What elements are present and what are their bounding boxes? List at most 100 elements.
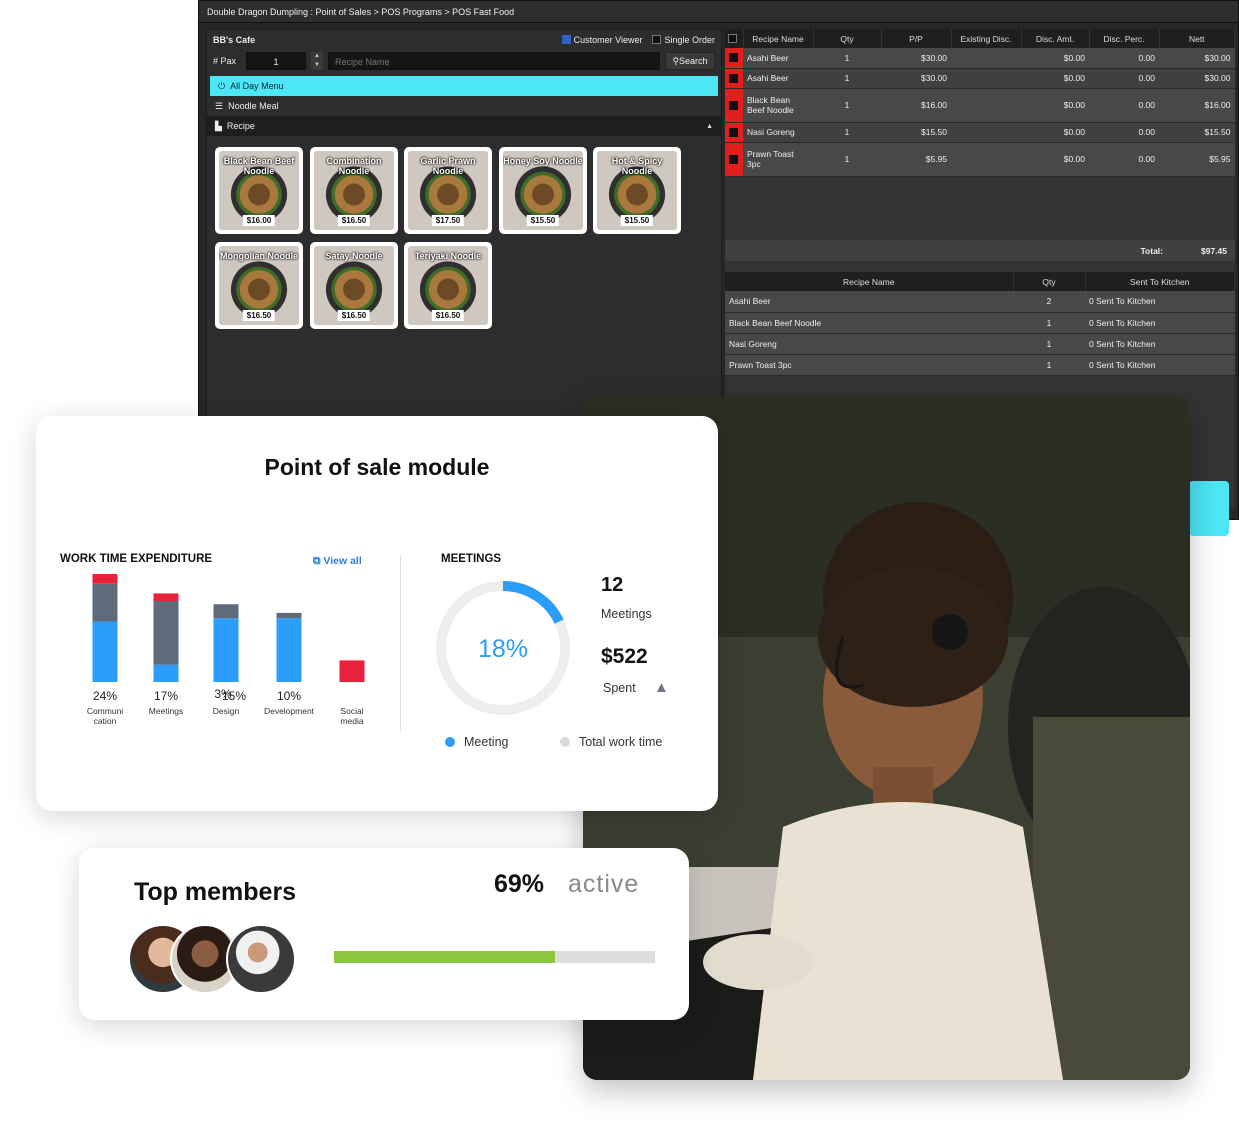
table-row[interactable]: Prawn Toast 3pc 1 0 Sent To Kitchen bbox=[725, 354, 1235, 376]
breadcrumb: Double Dragon Dumpling : Point of Sales … bbox=[199, 1, 1238, 23]
pax-stepper[interactable]: ▲ ▼ bbox=[311, 52, 323, 70]
recipe-tile[interactable]: Combination Noodle $16.50 bbox=[310, 147, 398, 234]
recipe-tile[interactable]: Black Bean Beef Noodle $16.00 bbox=[215, 147, 303, 234]
checkbox-icon bbox=[729, 154, 738, 164]
active-progress-track bbox=[334, 951, 655, 963]
view-all-link[interactable]: ⧉ View all bbox=[313, 555, 362, 568]
checkbox-icon bbox=[729, 100, 738, 110]
collapse-caret-icon[interactable]: ▲ bbox=[706, 123, 713, 130]
table-row[interactable]: Nasi Goreng 1 $15.50 $0.00 0.00 $15.50 bbox=[725, 122, 1235, 143]
checkbox-icon bbox=[729, 127, 738, 137]
column-header: Disc. Perc. bbox=[1089, 29, 1160, 48]
bar-segment-blue bbox=[276, 618, 302, 682]
tile-price: $15.50 bbox=[526, 215, 560, 226]
cell-pp: $16.00 bbox=[881, 88, 951, 123]
cell-amt: $0.00 bbox=[1021, 48, 1089, 69]
donut-percent: 18% bbox=[478, 635, 528, 663]
row-select[interactable] bbox=[725, 122, 743, 143]
recipe-search-input[interactable]: Recipe Name bbox=[328, 52, 660, 70]
cell-perc: 0.00 bbox=[1089, 68, 1159, 89]
tile-name: Garlic Prawn Noodle bbox=[420, 156, 476, 176]
meetings-label: Meetings bbox=[601, 607, 652, 621]
cell-amt: $0.00 bbox=[1021, 122, 1089, 143]
cell-nett: $15.50 bbox=[1159, 122, 1235, 143]
bar-value-label: 24% bbox=[93, 689, 117, 703]
cell-sent: 0 Sent To Kitchen bbox=[1085, 291, 1235, 313]
recipe-tile[interactable]: Mongolian Noodle $16.50 bbox=[215, 242, 303, 329]
tile-price: $16.00 bbox=[242, 215, 276, 226]
active-label: active bbox=[568, 870, 640, 898]
recipe-tile[interactable]: Hot & Spicy Noodle $15.50 bbox=[593, 147, 681, 234]
legend-label: Total work time bbox=[579, 735, 663, 749]
column-header: Existing Disc. bbox=[951, 29, 1022, 48]
legend-total: Total work time bbox=[560, 735, 662, 749]
divider bbox=[400, 556, 401, 731]
table-row[interactable]: Nasi Goreng 1 0 Sent To Kitchen bbox=[725, 333, 1235, 355]
blue-dot-icon bbox=[445, 737, 455, 747]
cell-nett: $16.00 bbox=[1159, 88, 1235, 123]
bar-segment-blue bbox=[153, 664, 179, 682]
cell-pp: $15.50 bbox=[881, 122, 951, 143]
avatar[interactable] bbox=[226, 924, 296, 994]
category-label: Development bbox=[264, 706, 315, 716]
row-select[interactable] bbox=[725, 68, 743, 89]
menu-all-day[interactable]: ⏻ All Day Menu bbox=[210, 76, 718, 96]
noodle-dish-image: Garlic Prawn Noodle $17.50 bbox=[408, 151, 488, 230]
cell-qty: 1 bbox=[1013, 354, 1085, 376]
bar-segment-blue bbox=[92, 621, 118, 682]
column-header: Sent To Kitchen bbox=[1085, 272, 1235, 291]
tile-price: $16.50 bbox=[431, 310, 465, 321]
recipe-tile[interactable]: Garlic Prawn Noodle $17.50 bbox=[404, 147, 492, 234]
bar-segment-red bbox=[339, 660, 365, 682]
bar-segment-gray bbox=[153, 601, 179, 665]
pax-input[interactable]: 1 bbox=[246, 52, 306, 70]
customer-viewer-checkbox[interactable]: Customer Viewer bbox=[561, 35, 642, 45]
table-row[interactable]: Black Bean Beef Noodle 1 0 Sent To Kitchen bbox=[725, 312, 1235, 334]
table-row[interactable]: Asahi Beer 1 $30.00 $0.00 0.00 $30.00 bbox=[725, 68, 1235, 89]
menu-label: Noodle Meal bbox=[228, 101, 279, 111]
cell-name: Nasi Goreng bbox=[743, 122, 813, 143]
cell-name: Asahi Beer bbox=[743, 68, 813, 89]
cell-sent: 0 Sent To Kitchen bbox=[1085, 354, 1235, 376]
table-row[interactable]: Asahi Beer 1 $30.00 $0.00 0.00 $30.00 bbox=[725, 48, 1235, 69]
table-row[interactable]: Prawn Toast 3pc 1 $5.95 $0.00 0.00 $5.95 bbox=[725, 142, 1235, 177]
cell-qty: 1 bbox=[813, 88, 881, 123]
noodle-dish-image: Combination Noodle $16.50 bbox=[314, 151, 394, 230]
recipe-tile[interactable]: Satay Noodle $16.50 bbox=[310, 242, 398, 329]
stepper-up-icon[interactable]: ▲ bbox=[311, 52, 323, 61]
recipe-tile[interactable]: Honey Soy Noodle $15.50 bbox=[499, 147, 587, 234]
search-button[interactable]: ⚲Search bbox=[665, 52, 715, 70]
tile-price: $17.50 bbox=[431, 215, 465, 226]
recipe-section-header[interactable]: ▙ Recipe ▲ bbox=[207, 116, 721, 136]
tile-name: Black Bean Beef Noodle bbox=[223, 156, 295, 176]
table-row[interactable]: Asahi Beer 2 0 Sent To Kitchen bbox=[725, 291, 1235, 313]
top-members-title: Top members bbox=[134, 878, 297, 906]
table-row[interactable]: Black Bean Beef Noodle 1 $16.00 $0.00 0.00 $1… bbox=[725, 88, 1235, 123]
row-select[interactable] bbox=[725, 88, 743, 123]
meetings-donut: 18% bbox=[436, 581, 570, 715]
gray-dot-icon bbox=[560, 737, 570, 747]
row-select[interactable] bbox=[725, 48, 743, 69]
select-all-header[interactable] bbox=[725, 29, 744, 48]
stepper-down-icon[interactable]: ▼ bbox=[311, 61, 323, 70]
total-label: Total: bbox=[1140, 245, 1163, 256]
tile-price: $16.50 bbox=[242, 310, 276, 321]
spent-value: $522 bbox=[601, 645, 648, 668]
meetings-title: MEETINGS bbox=[441, 553, 502, 565]
row-select[interactable] bbox=[725, 142, 743, 177]
cell-amt: $0.00 bbox=[1021, 68, 1089, 89]
recipe-icon: ▙ bbox=[215, 120, 222, 131]
noodle-dish-image: Mongolian Noodle $16.50 bbox=[219, 246, 299, 325]
cell-name: Asahi Beer bbox=[725, 291, 1013, 313]
cell-existing bbox=[951, 142, 1021, 177]
cell-perc: 0.00 bbox=[1089, 142, 1159, 177]
action-button[interactable] bbox=[1189, 481, 1229, 536]
noodle-dish-image: Black Bean Beef Noodle $16.00 bbox=[219, 151, 299, 230]
recipe-tile[interactable]: Teriyaki Noodle $16.50 bbox=[404, 242, 492, 329]
tile-name: Mongolian Noodle bbox=[220, 251, 298, 261]
menu-noodle-meal[interactable]: ☰ Noodle Meal bbox=[207, 96, 721, 116]
cell-nett: $5.95 bbox=[1159, 142, 1235, 177]
single-order-checkbox[interactable]: Single Order bbox=[652, 35, 715, 45]
cell-name: Prawn Toast 3pc bbox=[743, 142, 813, 177]
checkbox-checked-icon bbox=[561, 35, 571, 44]
